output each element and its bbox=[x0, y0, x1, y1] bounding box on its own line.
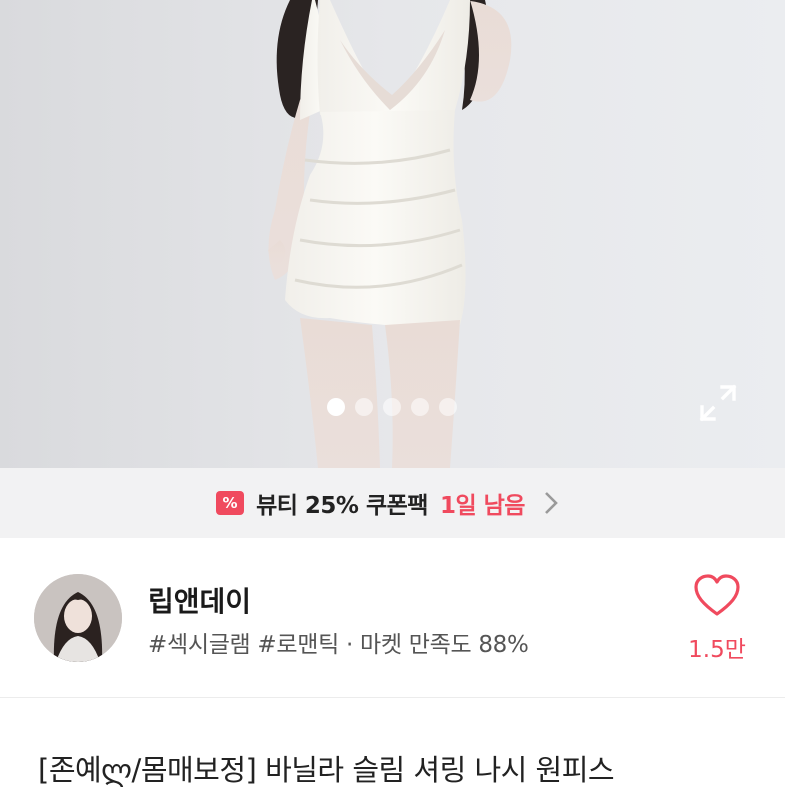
coupon-banner[interactable]: % 뷰티 25% 쿠폰팩 1일 남음 bbox=[0, 468, 785, 538]
divider bbox=[0, 697, 785, 698]
coupon-time-left: 1일 남음 bbox=[439, 493, 526, 519]
expand-icon[interactable] bbox=[698, 383, 738, 423]
chevron-right-icon bbox=[545, 492, 558, 514]
carousel-dot[interactable] bbox=[327, 398, 345, 416]
seller-name[interactable]: 립앤데이 bbox=[148, 580, 251, 620]
product-image-carousel[interactable] bbox=[0, 0, 785, 468]
heart-icon bbox=[694, 574, 740, 616]
like-count: 1.5만 bbox=[688, 637, 746, 663]
carousel-dot[interactable] bbox=[355, 398, 373, 416]
carousel-dot[interactable] bbox=[439, 398, 457, 416]
seller-avatar[interactable] bbox=[34, 574, 122, 662]
carousel-dot[interactable] bbox=[383, 398, 401, 416]
coupon-text: 뷰티 25% 쿠폰팩 bbox=[256, 493, 428, 519]
seller-info: 립앤데이 #섹시글램 #로맨틱 · 마켓 만족도 88% 1.5만 bbox=[0, 538, 785, 698]
carousel-dot[interactable] bbox=[411, 398, 429, 416]
coupon-percent-icon: % bbox=[216, 491, 245, 515]
product-title: [존예ლ/몸매보정] 바닐라 슬림 셔링 나시 원피스 bbox=[38, 753, 615, 787]
seller-tags: #섹시글램 #로맨틱 · 마켓 만족도 88% bbox=[148, 632, 529, 658]
like-button[interactable]: 1.5만 bbox=[680, 574, 754, 674]
carousel-indicator bbox=[327, 398, 457, 416]
